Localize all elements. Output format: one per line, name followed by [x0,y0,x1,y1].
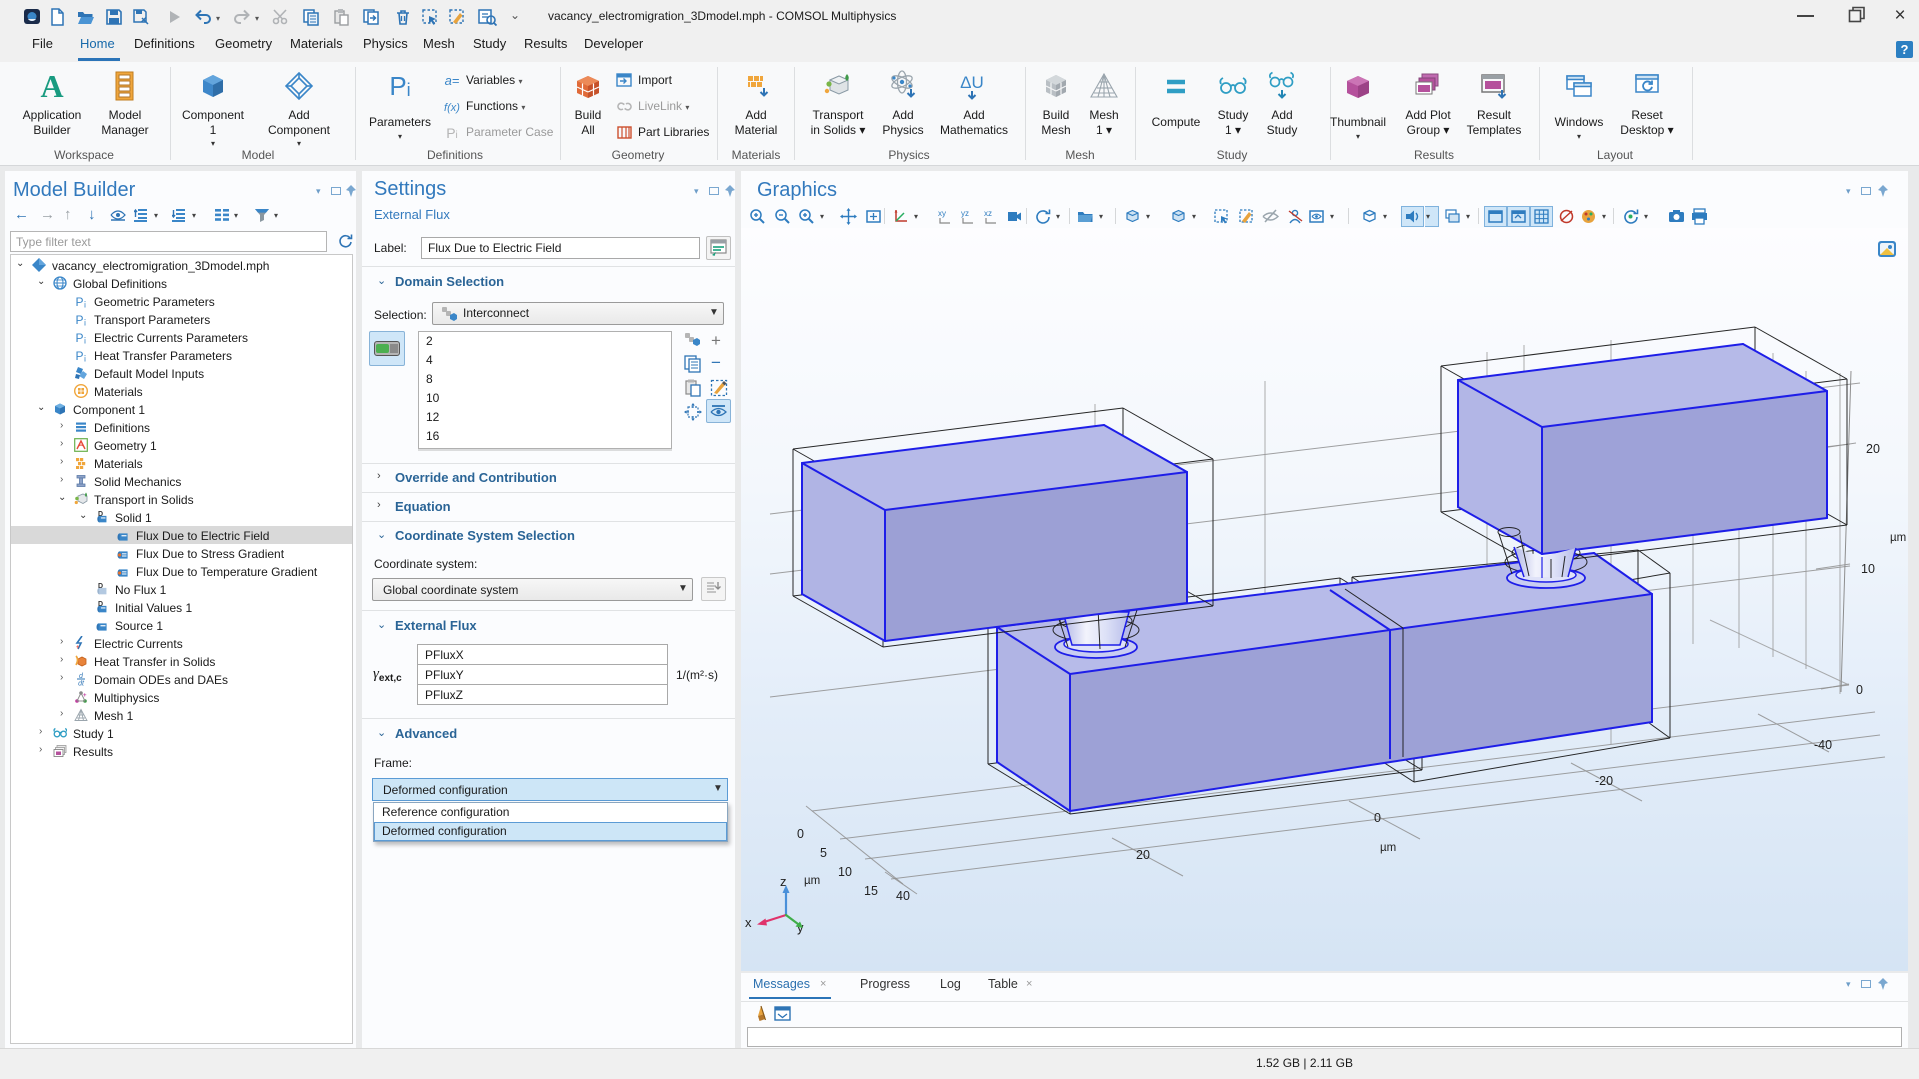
svg-text:_: _ [82,644,87,650]
svg-text:-20: -20 [1595,774,1613,788]
svg-text:-40: -40 [1814,738,1832,752]
svg-text:yz: yz [961,209,969,218]
svg-text:dt: dt [78,681,85,687]
svg-text:20: 20 [1136,848,1150,862]
svg-text:0: 0 [797,827,804,841]
svg-text:Pi: Pi [446,125,458,141]
svg-text:+: + [83,693,87,699]
svg-text:A: A [40,70,63,102]
svg-text:+: + [76,645,80,650]
svg-text:10: 10 [838,865,852,879]
svg-text:xz: xz [984,209,992,218]
svg-text:0: 0 [1374,811,1381,825]
svg-text:20: 20 [1866,442,1880,456]
svg-text:P¡: P¡ [75,349,86,362]
svg-text:10: 10 [1861,562,1875,576]
svg-text:Pi: Pi [389,71,410,101]
svg-text:P¡: P¡ [75,295,86,308]
svg-text:P¡: P¡ [75,313,86,326]
svg-text:xy: xy [938,209,946,218]
svg-text:µm: µm [804,875,820,887]
svg-text:x: x [745,915,752,930]
svg-text:a=: a= [445,73,460,88]
svg-text:5: 5 [820,846,827,860]
svg-text:µm: µm [1890,532,1906,544]
svg-text:ΔU: ΔU [960,73,984,92]
svg-text:µm: µm [1380,842,1396,854]
svg-text:f(x): f(x) [444,102,460,114]
svg-text:40: 40 [896,889,910,903]
svg-text:P¡: P¡ [75,331,86,344]
svg-text:15: 15 [864,884,878,898]
svg-text:0: 0 [1856,683,1863,697]
